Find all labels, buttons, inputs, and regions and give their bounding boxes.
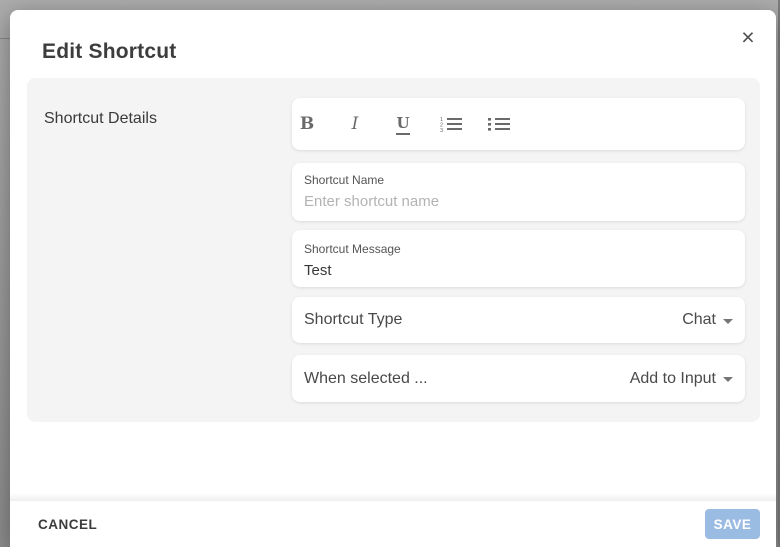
dialog-footer: CANCEL SAVE <box>10 501 776 547</box>
when-selected-label: When selected ... <box>304 370 428 388</box>
dialog-title: Edit Shortcut <box>42 40 176 64</box>
shortcut-name-field: Shortcut Name <box>292 163 745 221</box>
section-label: Shortcut Details <box>44 110 157 128</box>
shortcut-type-value: Chat <box>682 311 716 329</box>
footer-divider <box>10 493 776 501</box>
when-selected-select[interactable]: When selected ... Add to Input <box>292 355 745 402</box>
backdrop-line <box>0 38 10 39</box>
bullet-list-button[interactable] <box>484 106 514 142</box>
shortcut-type-select[interactable]: Shortcut Type Chat <box>292 297 745 343</box>
shortcut-details-panel: Shortcut Details B I U 1 2 3 <box>27 78 760 422</box>
chevron-down-icon <box>723 377 733 382</box>
bullet-list-icon <box>488 116 510 132</box>
shortcut-type-label: Shortcut Type <box>304 311 402 329</box>
bold-icon: B <box>300 114 314 134</box>
shortcut-name-label: Shortcut Name <box>304 173 733 187</box>
chevron-down-icon <box>723 319 733 324</box>
shortcut-message-input[interactable] <box>304 262 733 279</box>
edit-shortcut-dialog: Edit Shortcut × Shortcut Details B I U 1… <box>10 10 776 547</box>
italic-icon: I <box>352 114 359 134</box>
bold-button[interactable]: B <box>292 106 322 142</box>
cancel-button[interactable]: CANCEL <box>38 517 97 532</box>
save-button[interactable]: SAVE <box>705 509 760 539</box>
italic-button[interactable]: I <box>340 106 370 142</box>
shortcut-name-input[interactable] <box>304 193 733 210</box>
underline-icon: U <box>396 114 409 135</box>
formatting-toolbar: B I U 1 2 3 <box>292 98 745 150</box>
shortcut-message-field: Shortcut Message <box>292 230 745 287</box>
when-selected-value: Add to Input <box>630 370 716 388</box>
ordered-list-button[interactable]: 1 2 3 <box>436 106 466 142</box>
close-icon[interactable]: × <box>734 23 762 51</box>
shortcut-message-label: Shortcut Message <box>304 242 733 256</box>
ordered-list-icon: 1 2 3 <box>440 116 462 132</box>
underline-button[interactable]: U <box>388 106 418 142</box>
svg-text:3: 3 <box>440 128 443 132</box>
